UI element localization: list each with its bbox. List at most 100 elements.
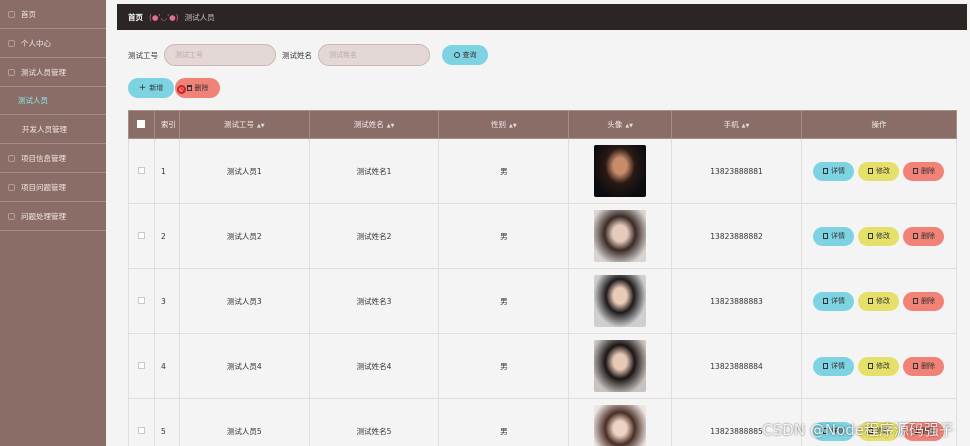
row-gender: 男 [438, 203, 570, 269]
sidebar: 首页 个人中心 测试人员管理 测试人员 开发人员管理 项目信息管理 项目问题管理… [0, 0, 106, 446]
folder-icon [8, 68, 15, 76]
edit-button[interactable]: 修改 [858, 226, 900, 246]
row-phone: 13823888882 [671, 203, 802, 269]
table-row: 1 测试人员1 测试姓名1 男 13823888881 详情 修改 删除 [128, 138, 958, 204]
pencil-icon [867, 168, 873, 174]
detail-button[interactable]: 详情 [813, 291, 855, 311]
column-header-tester-id[interactable]: 测试工号 ▲▼ [178, 110, 310, 139]
sidebar-item-profile[interactable]: 个人中心 [0, 29, 106, 58]
edit-button-label: 修改 [875, 232, 890, 240]
detail-button[interactable]: 详情 [813, 226, 855, 246]
delete-button[interactable]: 删除 [175, 78, 220, 98]
sidebar-item-label: 项目问题管理 [21, 182, 66, 192]
delete-row-button[interactable]: 删除 [903, 226, 945, 246]
plus-icon: + [138, 83, 147, 93]
query-button-label: 查询 [462, 51, 477, 59]
trash-icon [186, 85, 192, 91]
sidebar-item-label: 问题处理管理 [21, 211, 66, 221]
edit-button[interactable]: 修改 [858, 356, 900, 376]
query-button[interactable]: 查询 [442, 45, 488, 65]
row-checkbox[interactable] [137, 166, 145, 174]
row-actions: 详情 修改 删除 [800, 138, 958, 204]
watermark: CSDN @Node程序源码强子 [762, 421, 954, 439]
row-index: 5 [153, 398, 180, 446]
row-tester-id: 测试人员1 [178, 138, 310, 204]
row-tester-name: 测试姓名3 [308, 268, 440, 334]
row-checkbox[interactable] [137, 231, 145, 239]
sidebar-item-developer-management[interactable]: 开发人员管理 [0, 115, 106, 144]
row-avatar-cell [568, 203, 673, 269]
row-gender: 男 [438, 398, 570, 446]
avatar[interactable] [594, 340, 647, 392]
sidebar-item-testers[interactable]: 测试人员 [0, 87, 106, 115]
delete-button-label: 删除 [194, 84, 209, 92]
avatar[interactable] [594, 210, 647, 262]
add-button[interactable]: + 新增 [128, 78, 174, 98]
column-header-label: 头像 [607, 120, 623, 129]
row-avatar-cell [568, 333, 673, 399]
delete-row-button[interactable]: 删除 [903, 291, 945, 311]
avatar[interactable] [594, 275, 647, 327]
detail-button-label: 详情 [830, 232, 845, 240]
row-gender: 男 [438, 268, 570, 334]
select-all-checkbox[interactable] [137, 119, 146, 128]
column-header-label: 手机 [723, 120, 739, 129]
avatar[interactable] [594, 405, 647, 446]
column-header-tester-name[interactable]: 测试姓名 ▲▼ [308, 110, 440, 139]
folder-icon [8, 183, 15, 191]
home-icon [8, 10, 15, 18]
row-tester-name: 测试姓名5 [308, 398, 440, 446]
edit-button-label: 修改 [875, 297, 890, 305]
row-select-cell [128, 398, 155, 446]
column-header-label: 性别 [490, 120, 506, 129]
row-checkbox[interactable] [137, 426, 145, 434]
pencil-icon [867, 298, 873, 304]
row-select-cell [128, 203, 155, 269]
row-tester-id: 测试人员3 [178, 268, 310, 334]
row-avatar-cell [568, 398, 673, 446]
row-tester-name: 测试姓名1 [308, 138, 440, 204]
avatar[interactable] [594, 145, 647, 197]
testers-table: 索引 测试工号 ▲▼ 测试姓名 ▲▼ 性别 ▲▼ 头像 ▲▼ 手机 ▲▼ 操作 1 测试人… [128, 110, 958, 446]
row-actions: 详情 修改 删除 [800, 203, 958, 269]
sidebar-item-project-info[interactable]: 项目信息管理 [0, 144, 106, 173]
document-icon [822, 298, 828, 304]
edit-button[interactable]: 修改 [858, 161, 900, 181]
row-checkbox[interactable] [137, 296, 145, 304]
sidebar-item-label: 项目信息管理 [21, 153, 66, 163]
sidebar-item-label: 个人中心 [21, 38, 51, 48]
detail-button-label: 详情 [830, 167, 845, 175]
column-header-gender[interactable]: 性别 ▲▼ [438, 110, 570, 139]
not-allowed-cursor-icon [177, 85, 186, 94]
document-icon [822, 168, 828, 174]
sidebar-item-tester-management[interactable]: 测试人员管理 [0, 58, 106, 87]
trash-icon [912, 168, 918, 174]
sidebar-item-project-issues[interactable]: 项目问题管理 [0, 173, 106, 202]
folder-icon [8, 154, 15, 162]
sort-icon: ▲▼ [256, 123, 265, 129]
sidebar-item-issue-handling[interactable]: 问题处理管理 [0, 202, 106, 231]
edit-button[interactable]: 修改 [858, 291, 900, 311]
row-phone: 13823888883 [671, 268, 802, 334]
user-icon [8, 39, 15, 47]
detail-button[interactable]: 详情 [813, 161, 855, 181]
row-actions: 详情 修改 删除 [800, 268, 958, 334]
row-index: 3 [153, 268, 180, 334]
document-icon [822, 363, 828, 369]
add-button-label: 新增 [149, 84, 164, 92]
breadcrumb-home[interactable]: 首页 [128, 12, 143, 23]
sidebar-item-home[interactable]: 首页 [0, 0, 106, 29]
column-header-avatar[interactable]: 头像 ▲▼ [568, 110, 673, 139]
action-bar: + 新增 删除 [128, 78, 220, 98]
delete-row-button[interactable]: 删除 [903, 356, 945, 376]
tester-id-input[interactable] [164, 44, 276, 66]
column-header-phone[interactable]: 手机 ▲▼ [671, 110, 802, 139]
detail-button-label: 详情 [830, 297, 845, 305]
tester-name-input[interactable] [318, 44, 430, 66]
row-tester-name: 测试姓名4 [308, 333, 440, 399]
delete-row-button[interactable]: 删除 [903, 161, 945, 181]
sidebar-item-label: 测试人员 [18, 96, 48, 105]
trash-icon [912, 233, 918, 239]
detail-button[interactable]: 详情 [813, 356, 855, 376]
row-checkbox[interactable] [137, 361, 145, 369]
